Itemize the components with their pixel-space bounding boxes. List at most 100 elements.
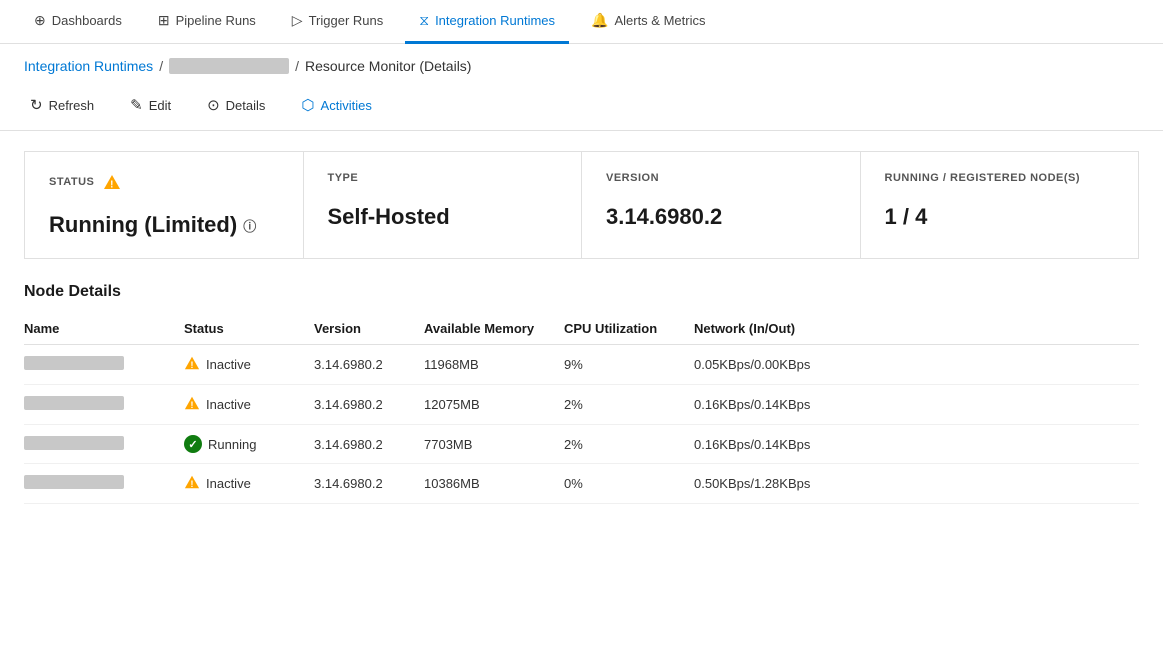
cell-cpu: 9% (564, 345, 694, 385)
toolbar: ↻ Refresh ✎ Edit ⊙ Details ⬡ Activities (0, 84, 1163, 131)
details-button[interactable]: ⊙ Details (201, 92, 271, 118)
cell-cpu: 2% (564, 425, 694, 464)
col-header-name: Name (24, 313, 184, 345)
warning-icon: ! (184, 355, 200, 374)
cell-version: 3.14.6980.2 (314, 464, 424, 504)
status-label: Inactive (206, 357, 251, 372)
cell-cpu: 2% (564, 385, 694, 425)
trigger-icon: ▷ (292, 12, 303, 29)
cell-name (24, 425, 184, 464)
table-row: !Inactive3.14.6980.210386MB0%0.50KBps/1.… (24, 464, 1139, 504)
pipeline-icon: ⊞ (158, 12, 170, 29)
cell-cpu: 0% (564, 464, 694, 504)
breadcrumb: Integration Runtimes / / Resource Monito… (0, 44, 1163, 84)
cell-memory: 7703MB (424, 425, 564, 464)
nav-pipeline-runs[interactable]: ⊞ Pipeline Runs (144, 0, 270, 44)
edit-button[interactable]: ✎ Edit (124, 92, 177, 118)
node-name-redacted (24, 475, 124, 489)
card-type-label: TYPE (328, 172, 558, 184)
breadcrumb-integration-runtimes-link[interactable]: Integration Runtimes (24, 58, 153, 74)
nav-pipeline-label: Pipeline Runs (176, 13, 256, 28)
activities-icon: ⬡ (301, 96, 314, 114)
nav-alerts-label: Alerts & Metrics (614, 13, 705, 28)
warning-icon: ! (184, 474, 200, 493)
node-name-redacted (24, 436, 124, 450)
cell-network: 0.05KBps/0.00KBps (694, 345, 1139, 385)
success-icon: ✓ (184, 435, 202, 453)
activities-label: Activities (321, 98, 372, 113)
cell-name (24, 345, 184, 385)
cell-status: !Inactive (184, 464, 314, 504)
card-nodes-label: RUNNING / REGISTERED NODE(S) (885, 172, 1115, 184)
status-warning-icon: ! (102, 172, 122, 192)
card-version-value: 3.14.6980.2 (606, 204, 836, 230)
svg-text:!: ! (191, 360, 194, 370)
cell-memory: 11968MB (424, 345, 564, 385)
status-info-icon[interactable]: ⓘ (243, 216, 256, 235)
node-details-table-container: Name Status Version Available Memory CPU… (24, 313, 1139, 504)
table-row: ! Inactive 3.14.6980.211968MB9%0.05KBps/0.… (24, 345, 1139, 385)
status-cards: STATUS ! Running (Limited) ⓘ TYPE Self-H… (24, 151, 1139, 259)
edit-label: Edit (149, 98, 171, 113)
cell-name (24, 385, 184, 425)
card-nodes-value: 1 / 4 (885, 204, 1115, 230)
card-nodes: RUNNING / REGISTERED NODE(S) 1 / 4 (861, 152, 1139, 258)
col-header-network: Network (In/Out) (694, 313, 1139, 345)
nav-dashboards[interactable]: ⊕ Dashboards (20, 0, 136, 44)
cell-network: 0.16KBps/0.14KBps (694, 385, 1139, 425)
cell-version: 3.14.6980.2 (314, 385, 424, 425)
card-version-label: VERSION (606, 172, 836, 184)
cell-version: 3.14.6980.2 (314, 425, 424, 464)
cell-network: 0.16KBps/0.14KBps (694, 425, 1139, 464)
cell-name (24, 464, 184, 504)
cell-memory: 10386MB (424, 464, 564, 504)
card-type: TYPE Self-Hosted (304, 152, 583, 258)
nav-dashboards-label: Dashboards (52, 13, 122, 28)
dashboards-icon: ⊕ (34, 12, 46, 29)
svg-text:!: ! (110, 180, 114, 191)
refresh-button[interactable]: ↻ Refresh (24, 92, 100, 118)
table-row: ✓ Running 3.14.6980.27703MB2%0.16KBps/0.14… (24, 425, 1139, 464)
breadcrumb-current-page: Resource Monitor (Details) (305, 58, 472, 74)
refresh-icon: ↻ (30, 96, 43, 114)
breadcrumb-runtime-name (169, 58, 289, 74)
cell-version: 3.14.6980.2 (314, 345, 424, 385)
card-version: VERSION 3.14.6980.2 (582, 152, 861, 258)
status-label: Running (208, 437, 256, 452)
node-name-redacted (24, 356, 124, 370)
table-body: !Inactive3.14.6980.211968MB9%0.05KBps/0.… (24, 345, 1139, 504)
table-row: ! Inactive 3.14.6980.212075MB2%0.16KBps/0.… (24, 385, 1139, 425)
nav-integration-label: Integration Runtimes (435, 13, 555, 28)
node-details-table: Name Status Version Available Memory CPU… (24, 313, 1139, 504)
status-label: Inactive (206, 397, 251, 412)
svg-text:!: ! (191, 479, 194, 489)
cell-status: ! Inactive (184, 345, 314, 385)
nav-trigger-label: Trigger Runs (309, 13, 384, 28)
node-name-redacted (24, 396, 124, 410)
col-header-version: Version (314, 313, 424, 345)
activities-button[interactable]: ⬡ Activities (295, 92, 377, 118)
table-header: Name Status Version Available Memory CPU… (24, 313, 1139, 345)
edit-icon: ✎ (130, 96, 143, 114)
card-status: STATUS ! Running (Limited) ⓘ (25, 152, 304, 258)
col-header-cpu: CPU Utilization (564, 313, 694, 345)
cell-memory: 12075MB (424, 385, 564, 425)
details-icon: ⊙ (207, 96, 220, 114)
card-status-label: STATUS ! (49, 172, 279, 192)
nav-alerts-metrics[interactable]: 🔔 Alerts & Metrics (577, 0, 719, 44)
cell-network: 0.50KBps/1.28KBps (694, 464, 1139, 504)
alerts-icon: 🔔 (591, 12, 608, 29)
integration-icon: ⧖ (419, 12, 429, 29)
details-label: Details (226, 98, 266, 113)
svg-text:!: ! (191, 400, 194, 410)
nav-integration-runtimes[interactable]: ⧖ Integration Runtimes (405, 0, 569, 44)
cell-status: ✓ Running (184, 425, 314, 464)
nav-trigger-runs[interactable]: ▷ Trigger Runs (278, 0, 397, 44)
card-status-value: Running (Limited) ⓘ (49, 212, 279, 238)
col-header-status: Status (184, 313, 314, 345)
top-navigation: ⊕ Dashboards ⊞ Pipeline Runs ▷ Trigger R… (0, 0, 1163, 44)
breadcrumb-sep-2: / (295, 58, 299, 74)
warning-icon: ! (184, 395, 200, 414)
card-type-value: Self-Hosted (328, 204, 558, 230)
cell-status: ! Inactive (184, 385, 314, 425)
